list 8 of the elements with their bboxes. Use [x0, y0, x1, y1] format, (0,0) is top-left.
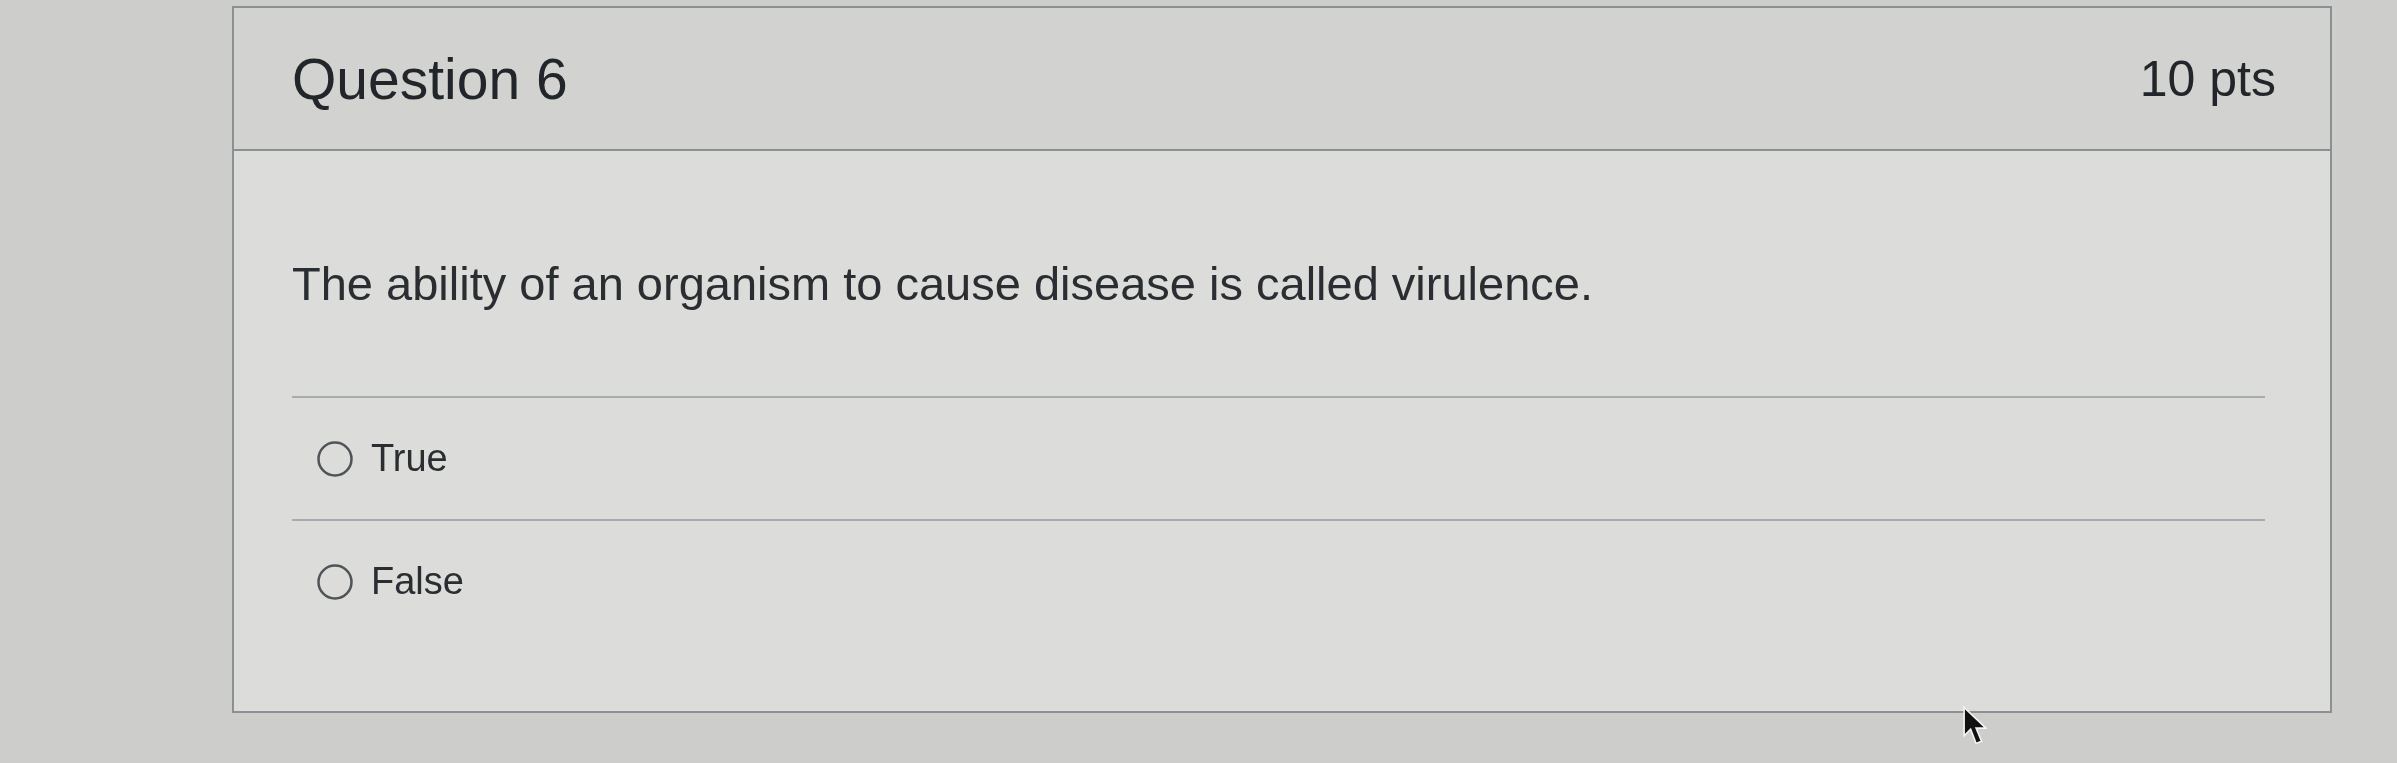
- radio-icon[interactable]: [317, 440, 353, 477]
- radio-icon[interactable]: [317, 563, 353, 600]
- answer-option[interactable]: False: [317, 560, 464, 603]
- question-title: Question 6: [292, 45, 568, 112]
- cursor-icon: [1963, 706, 1987, 746]
- answer-option[interactable]: True: [317, 437, 448, 480]
- question-text: The ability of an organism to cause disease is called virulence.: [292, 257, 1594, 311]
- question-points: 10 pts: [2139, 49, 2276, 108]
